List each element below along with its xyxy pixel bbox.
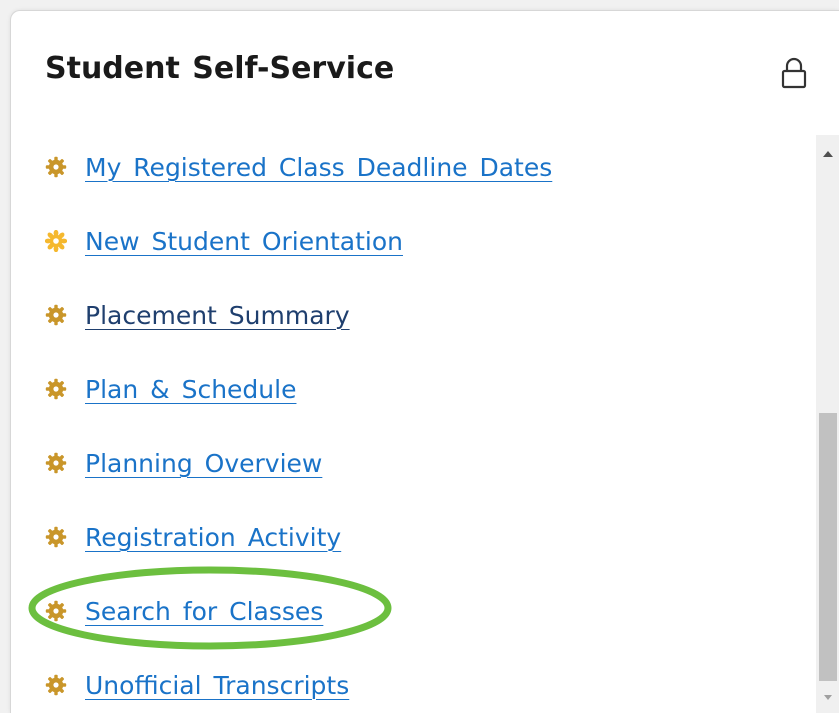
scroll-up-arrow-icon[interactable] (816, 135, 839, 169)
vertical-scrollbar[interactable] (816, 135, 839, 713)
gear-icon (45, 526, 67, 548)
link-list: My Registered Class Deadline Dates New S… (11, 121, 816, 713)
gear-icon (45, 304, 67, 326)
scrollbar-thumb[interactable] (819, 413, 837, 681)
list-item-search-for-classes[interactable]: Search for Classes (45, 591, 323, 631)
gear-icon-highlighted (45, 230, 67, 252)
gear-icon (45, 674, 67, 696)
student-self-service-card: Student Self-Service My Registered Class… (10, 10, 839, 713)
gear-icon (45, 600, 67, 622)
link-registration-activity[interactable]: Registration Activity (85, 523, 341, 552)
list-item-registration-activity[interactable]: Registration Activity (45, 517, 341, 557)
scroll-down-arrow-icon[interactable] (816, 683, 839, 713)
gear-icon (45, 156, 67, 178)
list-item-planning-overview[interactable]: Planning Overview (45, 443, 322, 483)
card-title: Student Self-Service (45, 51, 395, 86)
link-planning-overview[interactable]: Planning Overview (85, 449, 322, 478)
link-new-student-orientation[interactable]: New Student Orientation (85, 227, 403, 256)
gear-icon (45, 378, 67, 400)
list-item-new-student-orientation[interactable]: New Student Orientation (45, 221, 403, 261)
link-search-for-classes[interactable]: Search for Classes (85, 597, 323, 626)
list-item-unofficial-transcripts[interactable]: Unofficial Transcripts (45, 665, 349, 705)
lock-icon[interactable] (781, 57, 807, 89)
link-my-registered-class-deadline-dates[interactable]: My Registered Class Deadline Dates (85, 153, 552, 182)
list-item-placement-summary[interactable]: Placement Summary (45, 295, 350, 335)
list-item-my-registered-class-deadline-dates[interactable]: My Registered Class Deadline Dates (45, 147, 552, 187)
link-placement-summary[interactable]: Placement Summary (85, 301, 350, 330)
link-unofficial-transcripts[interactable]: Unofficial Transcripts (85, 671, 349, 700)
list-item-plan-and-schedule[interactable]: Plan & Schedule (45, 369, 296, 409)
link-plan-and-schedule[interactable]: Plan & Schedule (85, 375, 296, 404)
gear-icon (45, 452, 67, 474)
